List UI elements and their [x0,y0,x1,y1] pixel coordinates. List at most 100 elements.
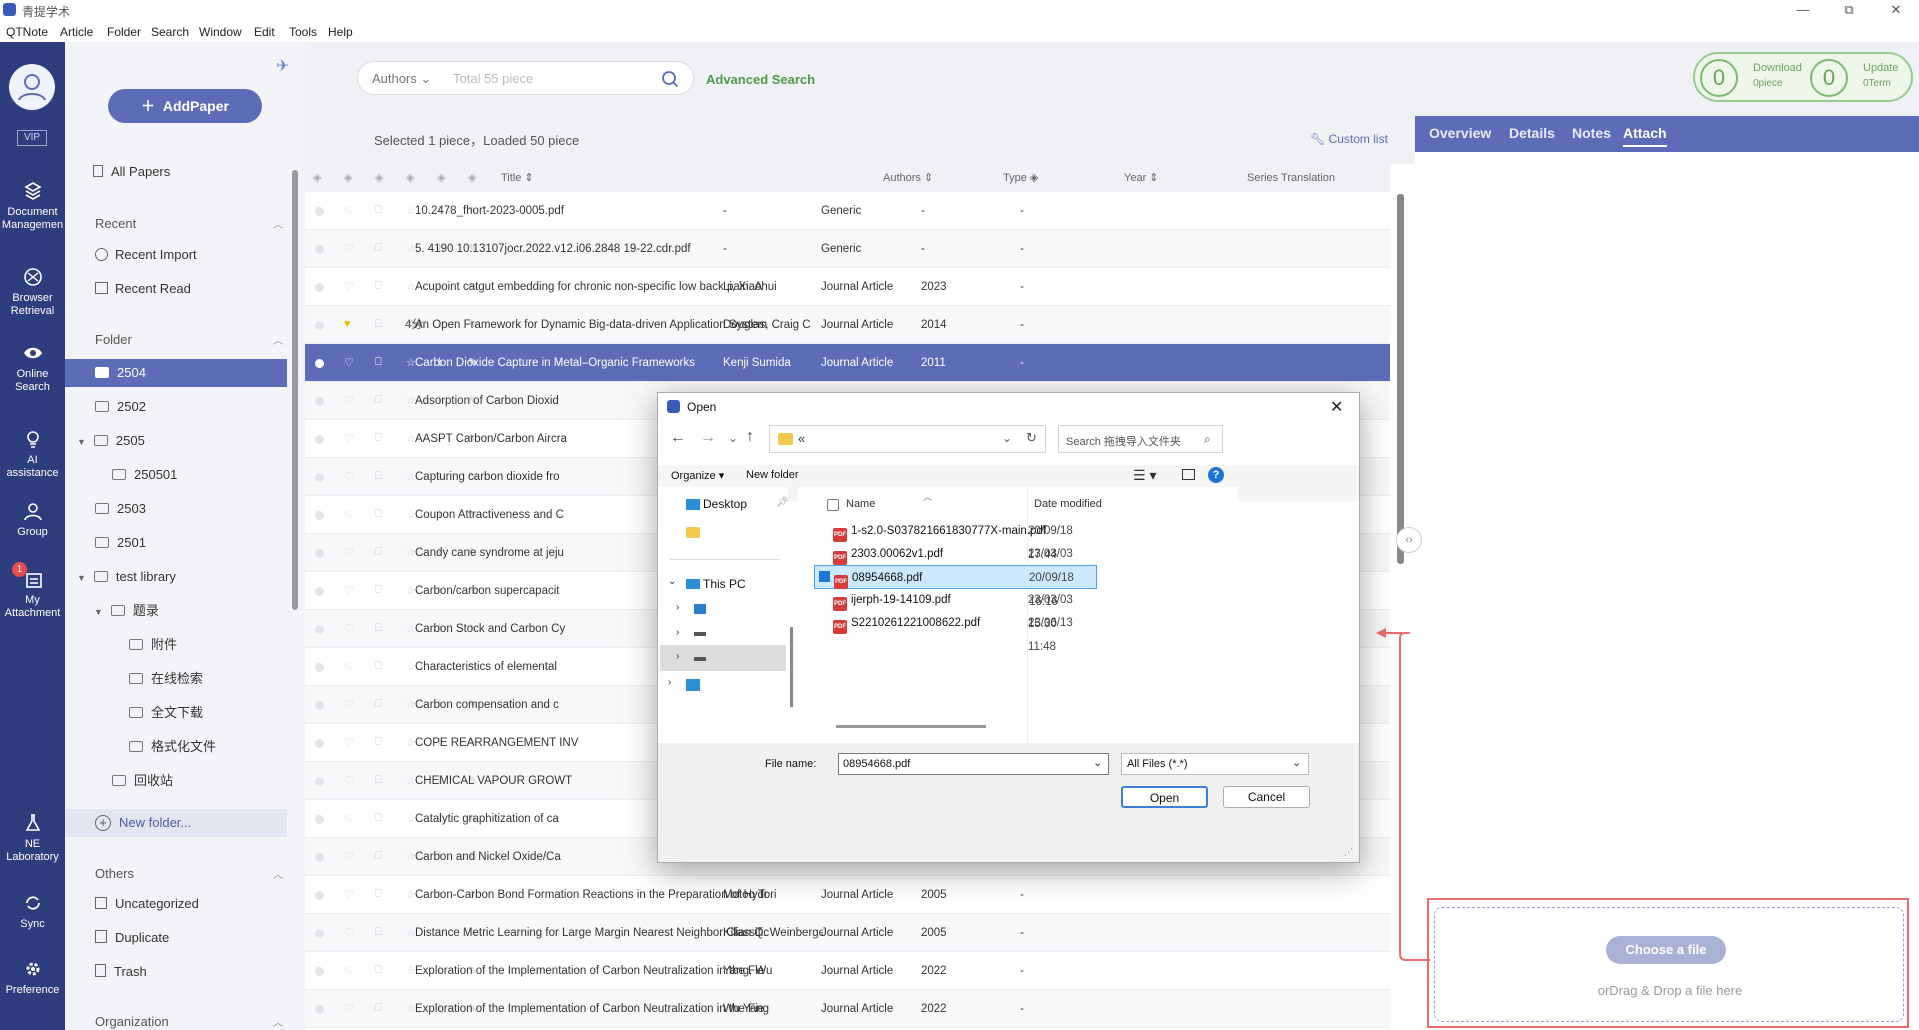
favorite-heart-icon[interactable]: ♡ [344,546,354,559]
expand-icon[interactable]: › [676,602,679,613]
bookmark-icon[interactable]: ⎕ [375,204,382,217]
new-folder-dialog-button[interactable]: New folder [746,469,799,481]
favorite-heart-icon[interactable]: ♡ [344,812,354,825]
read-status-dot[interactable] [315,663,324,672]
folder-tilu[interactable]: ▼ 题录 [65,597,287,625]
nav-ai-assistance[interactable]: AI assistance [0,428,65,480]
network-icon[interactable] [686,679,700,691]
tab-overview[interactable]: Overview [1429,125,1491,141]
folder-2504[interactable]: 2504 [65,359,287,387]
bookmark-icon[interactable]: ⎕ [375,1002,382,1015]
nav-browser-retrieval[interactable]: Browser Retrieval [0,266,65,318]
recent-read[interactable]: Recent Read [65,275,287,303]
bookmark-icon[interactable]: ⎕ [375,888,382,901]
pin-icon[interactable]: 📌︎ [776,497,789,508]
close-window-button[interactable]: ✕ [1873,0,1919,20]
column-filter-icon[interactable]: ◈ [437,164,446,192]
read-status-dot[interactable] [315,777,324,786]
folder-attachments[interactable]: 附件 [65,631,287,659]
read-status-dot[interactable] [315,853,324,862]
chevron-up-icon[interactable]: ︿ [273,332,283,347]
bookmark-icon[interactable]: ⎕ [375,470,382,483]
read-status-dot[interactable] [315,625,324,634]
favorite-heart-icon[interactable]: ♡ [344,204,354,217]
folder-fulltext-download[interactable]: 全文下载 [65,699,287,727]
folder-scrollbar[interactable] [292,170,298,610]
file-item[interactable]: PDF ijerph-19-14109.pdf 23/03/03 15:30 [814,588,1097,630]
column-filter-icon[interactable]: ◈ [313,164,322,192]
favorite-heart-icon[interactable]: ♡ [344,622,354,635]
minimize-button[interactable]: — [1780,0,1826,20]
drop-zone[interactable]: orDrag & Drop a file here [1434,907,1904,1022]
forward-arrow-icon[interactable]: → [700,429,716,447]
chevron-up-icon[interactable]: ︿ [273,866,283,881]
column-filter-icon[interactable]: ◈ [344,164,353,192]
advanced-search-link[interactable]: Advanced Search [706,72,815,87]
read-status-dot[interactable] [315,929,324,938]
table-row[interactable]: ♡ ⎕ ☆ ⌇ ✎ Carbon Dioxide Capture in Metal–Org… [305,344,1390,382]
favorite-heart-icon[interactable]: ♡ [344,888,354,901]
read-status-dot[interactable] [315,1005,324,1014]
all-papers[interactable]: All Papers [65,158,287,186]
read-status-dot[interactable] [315,245,324,254]
search-field-select[interactable]: Authors ⌄ [372,71,431,87]
recent-locations-icon[interactable]: ⌄ [728,431,738,445]
table-row[interactable]: ♡ ⎕ ☆ ⌇ ✎ Distance Metric Learning for Large … [305,914,1390,952]
folder-2502[interactable]: 2502 [65,393,287,421]
column-filter-icon[interactable]: ◈ [375,164,384,192]
nav-document-management[interactable]: Document Managemen [0,180,65,232]
horizontal-scrollbar[interactable] [836,725,986,728]
column-authors[interactable]: Authors ⇕ [883,164,934,192]
bookmark-icon[interactable]: ⎕ [375,926,382,939]
recent-import[interactable]: Recent Import [65,241,287,269]
caret-down-icon[interactable]: ▼ [94,607,103,617]
favorite-heart-icon[interactable]: ♡ [344,926,354,939]
choose-file-button[interactable]: Choose a file [1606,936,1726,964]
nav-scrollbar[interactable] [790,627,793,707]
bookmark-icon[interactable]: ⎕ [375,850,382,863]
file-type-select[interactable]: All Files (*.*) ⌄ [1121,753,1309,775]
bookmark-icon[interactable]: ⎕ [375,698,382,711]
favorite-heart-icon[interactable]: ♡ [344,850,354,863]
organize-menu[interactable]: Organize ▾ [671,469,724,482]
file-checkbox[interactable] [819,571,830,582]
drive-icon[interactable] [694,604,706,614]
chevron-down-icon[interactable]: ⌄ [1093,756,1102,769]
nav-desktop[interactable]: Desktop [703,497,747,511]
caret-down-icon[interactable]: ▼ [77,573,86,583]
cancel-button[interactable]: Cancel [1223,786,1310,808]
help-icon[interactable]: ? [1208,467,1224,483]
nav-group[interactable]: Group [0,500,65,539]
search-icon[interactable] [660,69,680,89]
folder-test-library[interactable]: ▼ test library [65,563,287,591]
bookmark-icon[interactable]: ⎕ [375,356,382,369]
column-name[interactable]: Name [846,498,875,510]
favorite-heart-icon[interactable]: ♡ [344,698,354,711]
file-checkbox[interactable] [818,593,829,604]
dialog-search-input[interactable]: Search 拖拽导入文件夹 [1066,433,1181,449]
expand-icon[interactable]: › [676,627,679,638]
expand-icon[interactable]: › [668,677,671,688]
bookmark-icon[interactable]: ⎕ [375,812,382,825]
open-button[interactable]: Open [1121,786,1208,808]
folder-2501[interactable]: 2501 [65,529,287,557]
favorite-heart-icon[interactable]: ♡ [344,774,354,787]
favorite-heart-icon[interactable]: ♡ [344,242,354,255]
favorite-heart-icon[interactable]: ♡ [344,964,354,977]
column-year[interactable]: Year ⇕ [1124,164,1159,192]
bookmark-icon[interactable]: ⎕ [375,394,382,407]
file-item[interactable]: PDF 1-s2.0-S037821661830777X-main.pdf 20/0… [814,519,1097,561]
favorite-heart-icon[interactable]: ♡ [344,660,354,673]
bookmark-icon[interactable]: ⎕ [375,508,382,521]
read-status-dot[interactable] [315,511,324,520]
folder-recycle-bin[interactable]: 回收站 [65,767,287,795]
column-type[interactable]: Type ◈ [1003,164,1039,192]
nav-preference[interactable]: Preference [0,958,65,997]
expand-icon[interactable]: › [676,651,679,662]
folder-formatted-files[interactable]: 格式化文件 [65,733,287,761]
column-filter-icon[interactable]: ◈ [468,164,477,192]
table-row[interactable]: ♥ ⎕ ☆ ⌇ ✎ 4分 An Open Framework for Dynamic Big… [305,306,1390,344]
folder-icon[interactable] [686,527,700,538]
bookmark-icon[interactable]: ⎕ [375,964,382,977]
read-status-dot[interactable] [315,587,324,596]
